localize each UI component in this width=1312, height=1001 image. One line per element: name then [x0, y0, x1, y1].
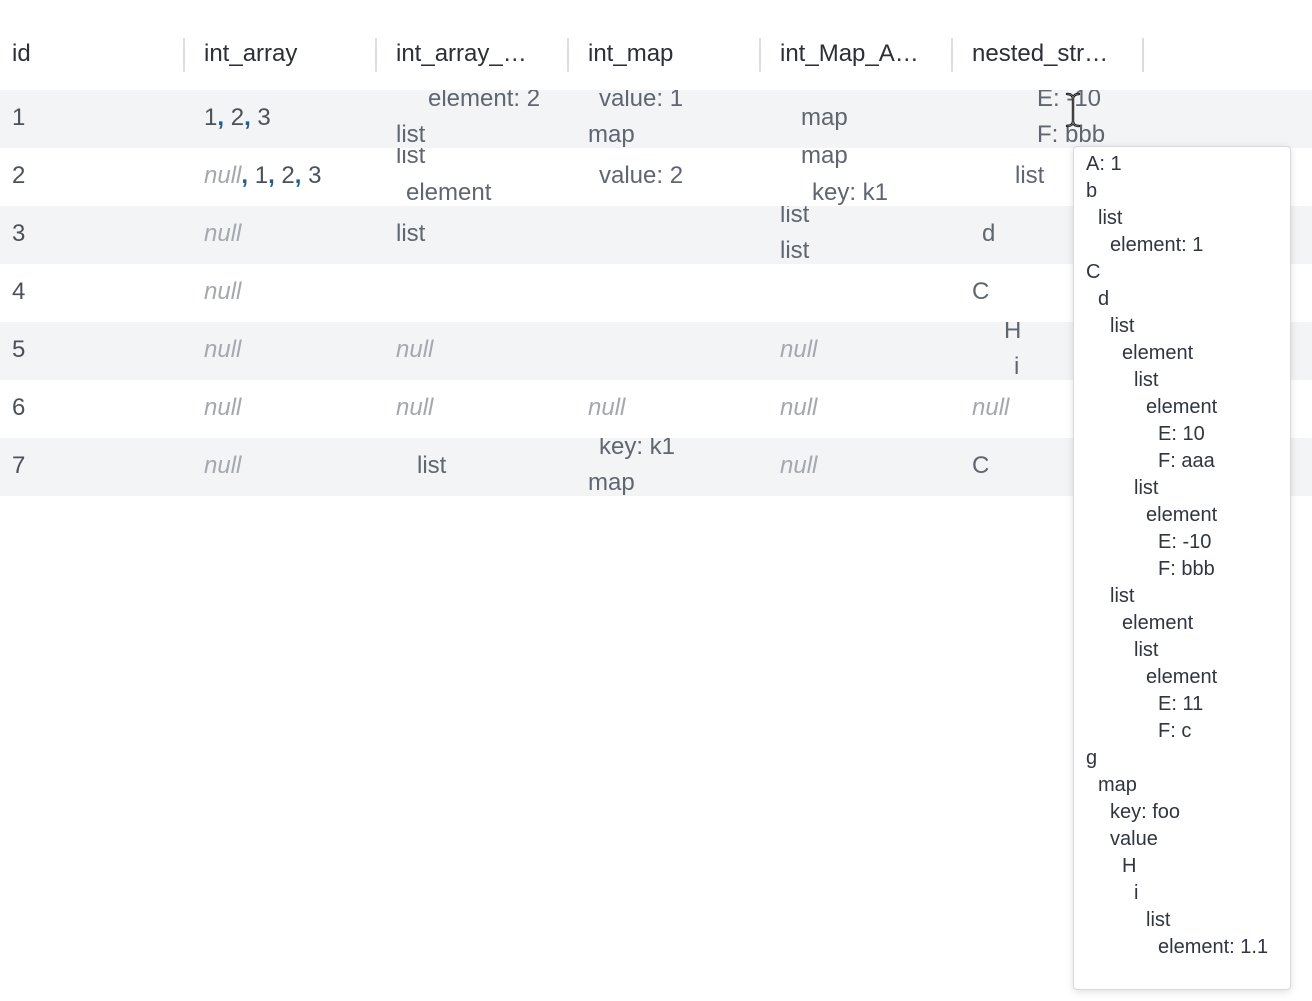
column-header-nested-struct[interactable]: nested_str…: [972, 18, 1132, 90]
tooltip-line: d: [1098, 288, 1110, 310]
cell-value-tooltip: A: 1 b list element: 1 C d list element …: [1073, 146, 1291, 990]
tooltip-line: element: [1146, 504, 1218, 526]
cell-int-map-array[interactable]: map: [801, 148, 848, 170]
cell-int-array-nested[interactable]: list: [396, 148, 425, 170]
cell-int-map-array[interactable]: list: [780, 206, 809, 229]
cell-int-array-nested[interactable]: list: [396, 220, 425, 248]
column-header-int-array-nested[interactable]: int_array_…: [396, 18, 556, 90]
cell-int-map[interactable]: map: [588, 469, 635, 496]
cell-int-map-array[interactable]: key: k1: [812, 179, 888, 206]
column-header-id[interactable]: id: [12, 18, 172, 90]
cell-int-array[interactable]: null: [204, 394, 241, 422]
tooltip-line: element: [1146, 396, 1218, 418]
cell-int-array-nested[interactable]: list: [396, 121, 425, 148]
cell-int-map-array[interactable]: null: [780, 452, 817, 480]
cell-int-map[interactable]: map: [588, 121, 635, 148]
cell-nested-struct[interactable]: C: [972, 278, 989, 306]
tooltip-line: E: -10: [1158, 531, 1212, 553]
cell-id: 1: [12, 104, 26, 131]
cell-int-map-array[interactable]: map: [801, 104, 848, 132]
tooltip-line: b: [1086, 180, 1098, 202]
tooltip-line: E: 10: [1158, 423, 1205, 445]
cell-nested-struct[interactable]: i: [1014, 353, 1019, 380]
table-row[interactable]: 1 1, 2, 3 element: 2 list value: 1 map m…: [0, 90, 1312, 148]
tooltip-line: list: [1146, 909, 1171, 931]
cell-int-array[interactable]: 1, 2, 3: [204, 104, 271, 132]
cell-int-map[interactable]: value: 2: [599, 162, 683, 190]
tooltip-line: element: 1.1: [1158, 936, 1269, 958]
tooltip-line: list: [1110, 585, 1135, 607]
cell-int-array[interactable]: null: [204, 220, 241, 248]
tooltip-line: element: [1122, 342, 1194, 364]
cell-int-array-nested[interactable]: element: 2: [428, 90, 540, 113]
tooltip-line: g: [1086, 747, 1098, 769]
tooltip-line: map: [1098, 774, 1137, 796]
tooltip-line: value: [1110, 828, 1158, 850]
tooltip-line: list: [1134, 369, 1159, 391]
column-resize-handle[interactable]: [951, 38, 953, 72]
cell-int-map[interactable]: value: 1: [599, 90, 683, 113]
cell-int-array-nested[interactable]: null: [396, 336, 433, 364]
tooltip-line: A: 1: [1086, 153, 1122, 175]
cell-nested-struct[interactable]: d: [982, 220, 995, 248]
column-resize-handle[interactable]: [1142, 38, 1144, 72]
tooltip-line: element: [1146, 666, 1218, 688]
cell-int-map-array[interactable]: null: [780, 394, 817, 422]
tooltip-line: H: [1122, 855, 1137, 877]
cell-int-map-array[interactable]: list: [780, 237, 809, 264]
cell-id: 7: [12, 452, 26, 479]
cell-id: 5: [12, 336, 26, 363]
tooltip-line: list: [1134, 639, 1159, 661]
tooltip-line: F: aaa: [1158, 450, 1215, 472]
cell-int-array[interactable]: null, 1, 2, 3: [204, 162, 321, 190]
cell-int-map-array[interactable]: null: [780, 336, 817, 364]
cell-id: 6: [12, 394, 26, 421]
text-cursor-icon: [1065, 92, 1081, 128]
cell-int-array-nested[interactable]: element: [406, 179, 491, 206]
column-resize-handle[interactable]: [759, 38, 761, 72]
column-resize-handle[interactable]: [183, 38, 185, 72]
column-header-int-map-array[interactable]: int_Map_A…: [780, 18, 940, 90]
cell-nested-struct[interactable]: H: [1004, 322, 1021, 345]
column-resize-handle[interactable]: [567, 38, 569, 72]
tooltip-line: list: [1098, 207, 1123, 229]
cell-nested-struct[interactable]: list: [1015, 162, 1044, 190]
tooltip-line: element: 1: [1110, 234, 1204, 256]
tooltip-line: i: [1134, 882, 1139, 904]
column-header-int-map[interactable]: int_map: [588, 18, 748, 90]
cell-id: 4: [12, 278, 26, 305]
cell-nested-struct[interactable]: null: [972, 394, 1009, 422]
tooltip-line: C: [1086, 261, 1101, 283]
cell-int-map[interactable]: null: [588, 394, 625, 422]
cell-int-array[interactable]: null: [204, 336, 241, 364]
table-header: id int_array int_array_… int_map int_Map…: [0, 18, 1312, 90]
tooltip-line: F: bbb: [1158, 558, 1215, 580]
cell-int-array[interactable]: null: [204, 452, 241, 480]
tooltip-line: key: foo: [1110, 801, 1181, 823]
tooltip-line: element: [1122, 612, 1194, 634]
cell-int-array-nested[interactable]: null: [396, 394, 433, 422]
tooltip-line: F: c: [1158, 720, 1192, 742]
cell-id: 2: [12, 162, 26, 189]
cell-int-array-nested[interactable]: list: [417, 452, 446, 480]
tooltip-line: list: [1134, 477, 1159, 499]
column-resize-handle[interactable]: [375, 38, 377, 72]
cell-int-map[interactable]: key: k1: [599, 438, 675, 461]
tooltip-line: list: [1110, 315, 1135, 337]
cell-id: 3: [12, 220, 26, 247]
column-header-int-array[interactable]: int_array: [204, 18, 364, 90]
cell-int-array[interactable]: null: [204, 278, 241, 306]
tooltip-line: E: 11: [1158, 693, 1204, 715]
cell-nested-struct[interactable]: C: [972, 452, 989, 480]
